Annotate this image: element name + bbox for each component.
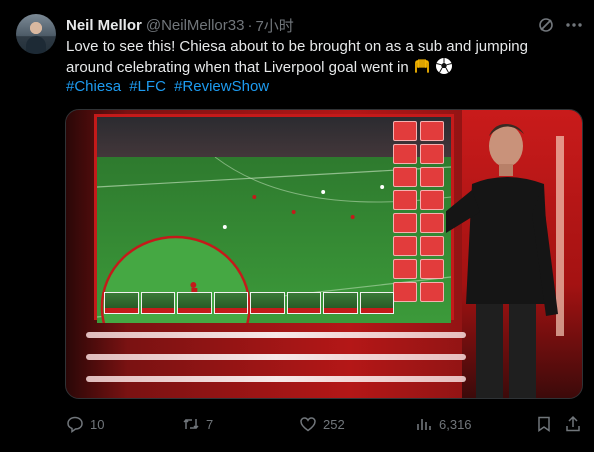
tool-button[interactable] bbox=[420, 121, 444, 141]
desk-light bbox=[86, 376, 466, 382]
tool-button[interactable] bbox=[420, 213, 444, 233]
tool-button[interactable] bbox=[393, 282, 417, 302]
views-count: 6,316 bbox=[439, 416, 472, 432]
bookmark-button[interactable] bbox=[535, 412, 553, 436]
tool-button[interactable] bbox=[393, 190, 417, 210]
retweet-count: 7 bbox=[206, 416, 214, 432]
tool-button[interactable] bbox=[420, 259, 444, 279]
tool-button[interactable] bbox=[420, 282, 444, 302]
tweet-text-line2: around celebrating when that Liverpool g… bbox=[66, 59, 409, 76]
views-button[interactable]: 6,316 bbox=[415, 412, 472, 436]
tool-button[interactable] bbox=[420, 144, 444, 164]
author-name[interactable]: Neil Mellor bbox=[66, 17, 142, 34]
like-count: 252 bbox=[323, 416, 345, 432]
like-button[interactable]: 252 bbox=[299, 412, 345, 436]
clip-thumbnail[interactable] bbox=[323, 292, 358, 314]
reply-count: 10 bbox=[90, 416, 105, 432]
retweet-button[interactable]: 7 bbox=[182, 412, 213, 436]
author-handle[interactable]: @NeilMellor33 bbox=[146, 17, 245, 34]
tweet-text: Love to see this! Chiesa about to be bro… bbox=[66, 37, 566, 78]
tool-button[interactable] bbox=[420, 190, 444, 210]
separator: · bbox=[247, 16, 253, 34]
tool-button[interactable] bbox=[393, 144, 417, 164]
clip-thumbnail[interactable] bbox=[104, 292, 139, 314]
tool-button[interactable] bbox=[393, 236, 417, 256]
tweet: Neil Mellor @NeilMellor33 · 7小时 Love to … bbox=[0, 0, 594, 452]
tool-button[interactable] bbox=[420, 167, 444, 187]
share-icon bbox=[566, 415, 580, 432]
tool-button[interactable] bbox=[420, 236, 444, 256]
soccer-ball-emoji bbox=[436, 58, 453, 74]
tweet-media-image[interactable] bbox=[65, 109, 583, 399]
tweet-header: Neil Mellor @NeilMellor33 · 7小时 bbox=[66, 15, 294, 35]
bookmark-icon bbox=[538, 416, 550, 432]
desk-light bbox=[86, 354, 466, 360]
desk-light bbox=[86, 332, 466, 338]
more-icon[interactable] bbox=[565, 16, 583, 34]
like-icon bbox=[300, 417, 316, 432]
tool-button[interactable] bbox=[393, 213, 417, 233]
tweet-text-line1: Love to see this! Chiesa about to be bro… bbox=[66, 38, 528, 55]
raised-hands-emoji bbox=[415, 59, 429, 73]
studio-desk bbox=[86, 330, 466, 390]
telestrator-toolbar bbox=[393, 121, 445, 302]
timestamp[interactable]: 7小时 bbox=[255, 15, 293, 36]
tool-button[interactable] bbox=[393, 121, 417, 141]
grok-icon[interactable] bbox=[537, 16, 555, 34]
clip-thumbnail[interactable] bbox=[213, 292, 248, 314]
clip-thumbnail[interactable] bbox=[286, 292, 321, 314]
action-bar: 10 7 252 6,316 bbox=[66, 412, 584, 436]
views-icon bbox=[417, 419, 431, 430]
presenter bbox=[446, 124, 558, 398]
clip-thumbnail[interactable] bbox=[177, 292, 212, 314]
clip-thumbnail[interactable] bbox=[250, 292, 285, 314]
avatar[interactable] bbox=[16, 14, 56, 54]
tool-button[interactable] bbox=[393, 259, 417, 279]
share-button[interactable] bbox=[564, 412, 582, 436]
retweet-icon bbox=[183, 418, 199, 430]
reply-icon bbox=[67, 416, 83, 433]
tool-button[interactable] bbox=[393, 167, 417, 187]
hashtag-chiesa[interactable]: #Chiesa bbox=[66, 78, 121, 95]
clip-thumbnail[interactable] bbox=[359, 292, 394, 314]
hashtag-reviewshow[interactable]: #ReviewShow bbox=[174, 78, 269, 95]
hashtag-list: #Chiesa #LFC #ReviewShow bbox=[66, 77, 273, 97]
clip-thumbnail-strip bbox=[104, 292, 394, 314]
hashtag-lfc[interactable]: #LFC bbox=[129, 78, 166, 95]
clip-thumbnail[interactable] bbox=[140, 292, 175, 314]
reply-button[interactable]: 10 bbox=[66, 412, 104, 436]
analysis-screen bbox=[94, 114, 454, 379]
